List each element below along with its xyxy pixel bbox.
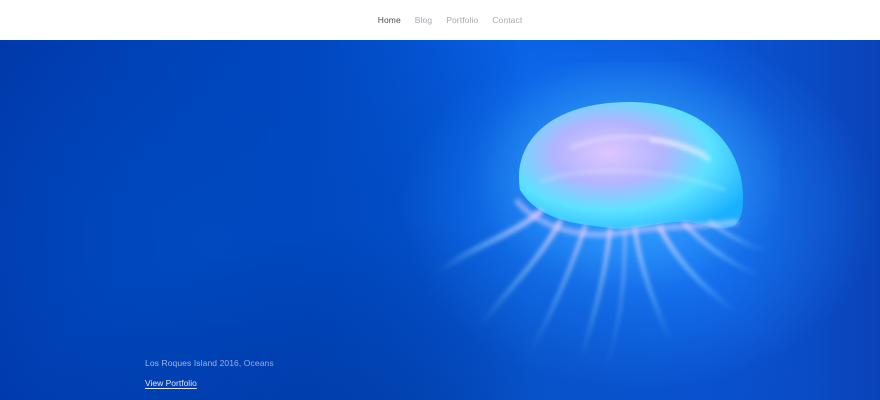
main-nav: Home Blog Portfolio Contact — [378, 15, 523, 25]
nav-item-contact[interactable]: Contact — [492, 15, 522, 25]
view-portfolio-link[interactable]: View Portfolio — [145, 378, 197, 388]
hero-caption: Los Roques Island 2016, Oceans — [145, 358, 274, 368]
top-navigation-bar: Home Blog Portfolio Contact — [0, 0, 880, 40]
nav-item-portfolio[interactable]: Portfolio — [446, 15, 478, 25]
nav-item-blog[interactable]: Blog — [415, 15, 432, 25]
hero-banner: Los Roques Island 2016, Oceans View Port… — [0, 40, 880, 400]
jellyfish-image — [437, 62, 780, 373]
nav-item-home[interactable]: Home — [378, 15, 401, 25]
